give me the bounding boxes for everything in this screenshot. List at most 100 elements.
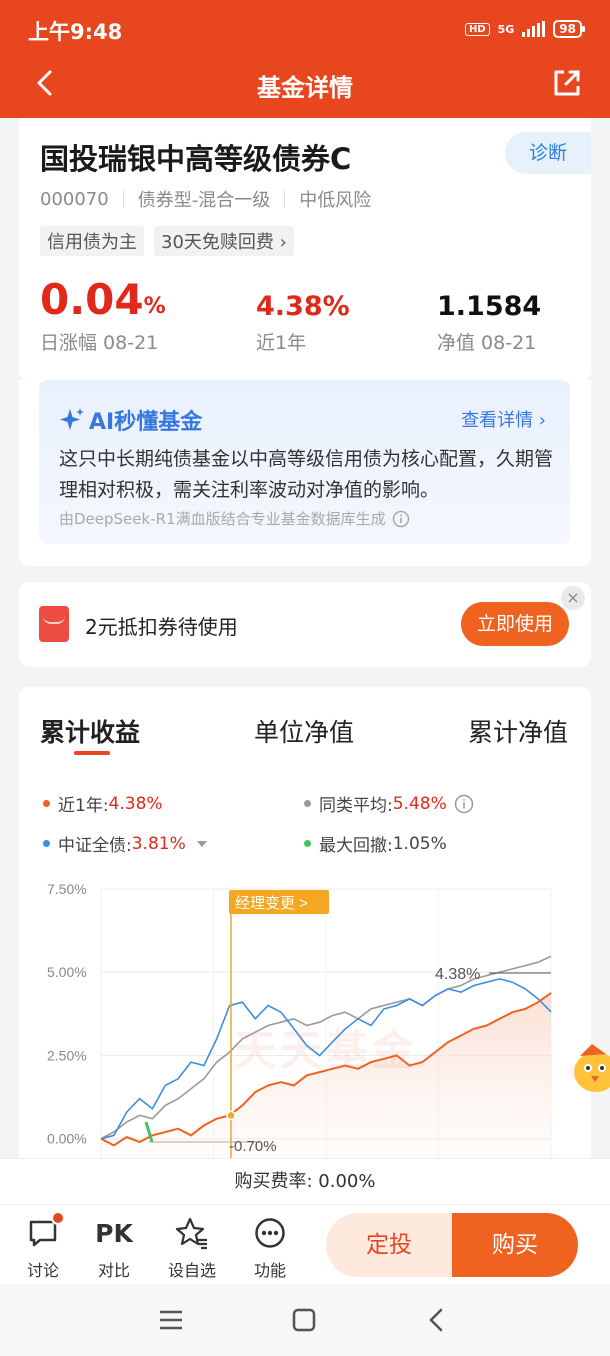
bottom-action-bar: 讨论 PK 对比 设自选 功能 定投 购买	[0, 1204, 610, 1284]
info-icon[interactable]	[392, 510, 410, 528]
sparkle-icon	[60, 408, 84, 430]
legend-peer-average: 同类平均: 5.48%	[304, 791, 475, 816]
manager-change-point	[226, 1110, 236, 1121]
ai-summary-text: 这只中长期纯债基金以中高等级信用债为核心配置，久期管理相对积极，需关注利率波动对…	[59, 448, 554, 501]
signal-icon	[522, 21, 546, 37]
legend-dot	[43, 840, 50, 847]
ai-more-link[interactable]: 查看详情 ›	[461, 406, 546, 432]
legend-value: 4.38%	[108, 793, 163, 814]
legend-max-drawdown: 最大回撤: 1.05%	[304, 831, 447, 856]
y-tick-label: 0.00%	[47, 1131, 87, 1147]
discuss-label: 讨论	[26, 1261, 59, 1280]
page-title: 基金详情	[257, 74, 353, 102]
tag-redemption[interactable]: 30天免赎回费 ›	[154, 226, 294, 256]
back-nav-icon[interactable]	[424, 1306, 450, 1334]
tag-credit-bond: 信用债为主	[40, 226, 144, 256]
close-icon[interactable]: ×	[561, 586, 585, 610]
status-bar: 上午9:48 HD 5G 98	[0, 0, 610, 58]
fund-tags: 信用债为主 30天免赎回费 ›	[40, 226, 294, 256]
legend-benchmark[interactable]: 中证全债: 3.81%	[43, 831, 212, 856]
legend-dot	[43, 800, 50, 807]
functions-button[interactable]: 功能	[240, 1215, 300, 1281]
buy-button[interactable]: 购买	[452, 1213, 578, 1277]
legend-one-year: 近1年: 4.38%	[43, 791, 163, 816]
y-tick-label: 5.00%	[47, 964, 87, 980]
tab-underline	[74, 751, 110, 755]
ai-footnote-text: 由DeepSeek-R1满血版结合专业基金数据库生成	[59, 510, 386, 528]
coupon-card: 2元抵扣券待使用 立即使用 ×	[19, 582, 591, 667]
status-time: 上午9:48	[28, 20, 123, 44]
header: 上午9:48 HD 5G 98 基金详情	[0, 0, 610, 118]
pk-icon: PK	[84, 1215, 144, 1251]
manager-change-label: 经理变更 >	[235, 895, 308, 912]
legend-label: 近1年:	[58, 796, 109, 816]
legend-label: 中证全债:	[58, 836, 132, 856]
key-figures: 0.04 % 日涨幅 08-21 4.38% 近1年 1.1584 净值 08-…	[40, 274, 570, 355]
ai-footnote: 由DeepSeek-R1满血版结合专业基金数据库生成	[59, 508, 410, 529]
compare-button[interactable]: PK 对比	[84, 1215, 144, 1281]
end-value-label: 4.38%	[435, 966, 480, 983]
add-watchlist-button[interactable]: 设自选	[162, 1215, 222, 1281]
ai-summary-panel[interactable]: AI秒懂基金 查看详情 › 这只中长期纯债基金以中高等级信用债为核心配置，久期管…	[39, 380, 570, 544]
divider	[284, 190, 286, 208]
pk-text: PK	[95, 1218, 133, 1248]
info-icon[interactable]	[453, 793, 475, 815]
hd-icon: HD	[464, 22, 490, 36]
use-coupon-button[interactable]: 立即使用	[461, 602, 569, 646]
legend-value: 1.05%	[392, 833, 447, 854]
legend-label: 最大回撤:	[319, 836, 393, 856]
auto-invest-button[interactable]: 定投	[326, 1213, 452, 1277]
home-icon[interactable]	[291, 1308, 317, 1332]
daily-change-unit: %	[143, 294, 166, 319]
net-value-label: 净值 08-21	[437, 332, 537, 354]
ai-title-text: AI秒懂基金	[89, 410, 203, 435]
battery-icon: 98	[553, 20, 585, 38]
dropdown-icon[interactable]	[192, 837, 212, 851]
network-label: 5G	[497, 22, 515, 36]
net-value: 1.1584 净值 08-21	[437, 274, 541, 355]
coupon-text: 2元抵扣券待使用	[85, 615, 238, 639]
fund-risk: 中低风险	[299, 190, 372, 211]
drawdown-label: -0.70%	[229, 1138, 277, 1155]
fund-code: 000070	[40, 188, 109, 210]
one-year-return: 4.38% 近1年	[256, 274, 350, 355]
more-icon	[240, 1215, 300, 1251]
y-tick-label: 2.50%	[47, 1047, 87, 1063]
legend-value: 5.48%	[392, 793, 447, 814]
legend-label: 同类平均:	[319, 796, 393, 816]
tab-unit-nav[interactable]: 单位净值	[254, 713, 354, 749]
fund-info-card: 国投瑞银中高等级债券C 诊断 000070 债券型-混合一级 中低风险 信用债为…	[19, 118, 591, 380]
mascot-icon[interactable]	[572, 1038, 610, 1096]
legend-dot	[304, 800, 311, 807]
functions-label: 功能	[253, 1261, 286, 1280]
diagnose-button[interactable]: 诊断	[505, 132, 591, 174]
y-tick-label: 7.50%	[47, 881, 87, 897]
daily-change: 0.04 % 日涨幅 08-21	[40, 274, 166, 355]
compare-label: 对比	[97, 1261, 130, 1280]
tab-cumulative-nav[interactable]: 累计净值	[468, 713, 568, 749]
legend-dot	[304, 840, 311, 847]
daily-change-value: 0.04	[40, 275, 144, 324]
add-watchlist-label: 设自选	[167, 1261, 216, 1280]
daily-change-label: 日涨幅 08-21	[40, 332, 159, 354]
star-icon	[162, 1215, 222, 1251]
one-year-label: 近1年	[256, 332, 307, 354]
tab-cumulative-return[interactable]: 累计收益	[40, 713, 140, 749]
ai-title: AI秒懂基金	[59, 404, 202, 436]
legend-value: 3.81%	[131, 833, 186, 854]
watermark: 天天基金	[234, 1026, 419, 1075]
chart-card: 累计收益 单位净值 累计净值 近1年: 4.38% 同类平均: 5.48% 中证…	[19, 687, 591, 1207]
system-nav-bar	[0, 1284, 610, 1356]
one-year-value: 4.38%	[256, 291, 350, 322]
fund-meta: 000070 债券型-混合一级 中低风险	[40, 186, 371, 212]
notification-dot	[51, 1211, 65, 1225]
discuss-button[interactable]: 讨论	[13, 1211, 73, 1281]
ai-summary-card: AI秒懂基金 查看详情 › 这只中长期纯债基金以中高等级信用债为核心配置，久期管…	[19, 380, 591, 566]
divider	[122, 190, 124, 208]
menu-icon[interactable]	[158, 1308, 184, 1332]
status-icons: HD 5G 98	[464, 20, 585, 38]
fund-type: 债券型-混合一级	[137, 190, 271, 211]
purchase-fee: 购买费率: 0.00%	[0, 1158, 610, 1204]
fund-name: 国投瑞银中高等级债券C	[40, 142, 352, 176]
share-icon[interactable]	[550, 66, 582, 100]
